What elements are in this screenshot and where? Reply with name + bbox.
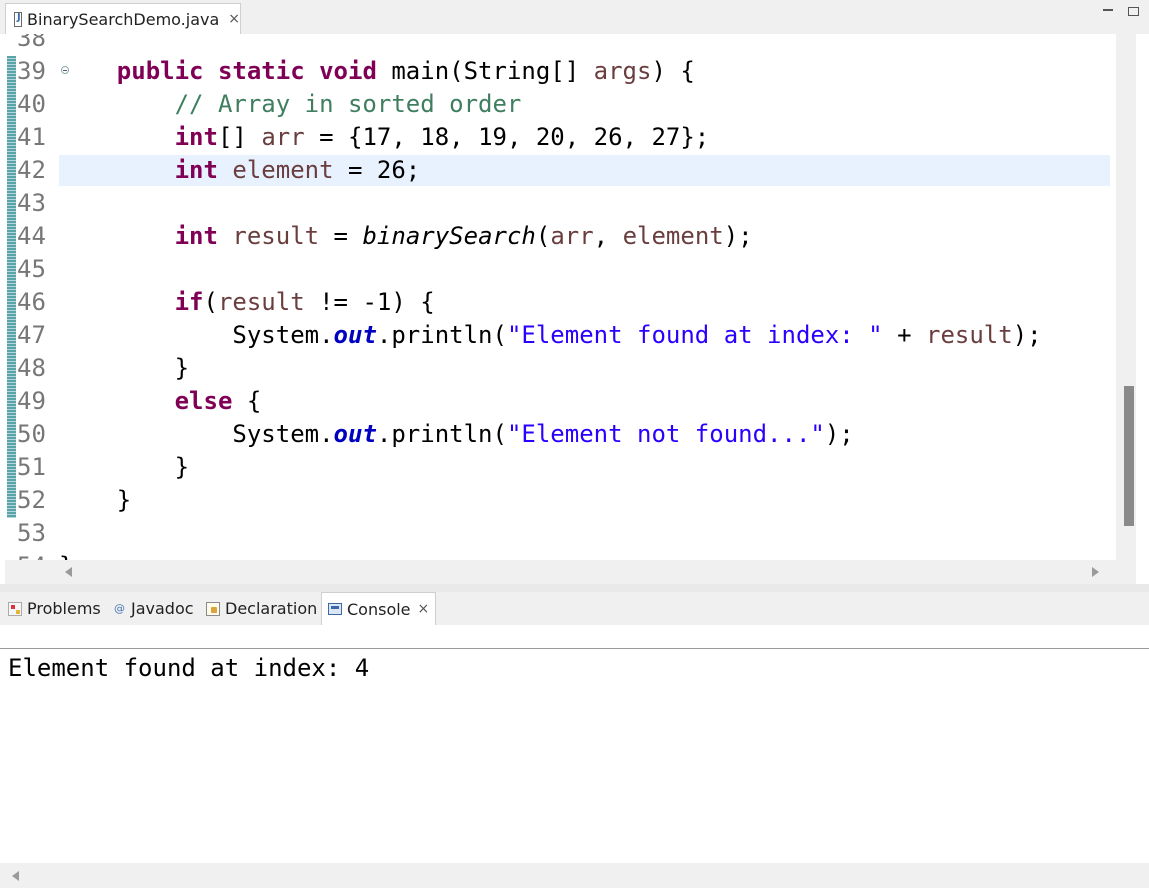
tab-problems-label: Problems (27, 599, 101, 618)
code-line-41: int[] arr = {17, 18, 19, 20, 26, 27}; (174, 123, 710, 151)
tab-problems[interactable]: Problems (8, 592, 101, 625)
editor-tab-binarysearchdemo[interactable]: BinarySearchDemo.java × (5, 3, 241, 34)
line-number: 53 (17, 519, 46, 547)
view-separator[interactable] (0, 584, 1149, 592)
tab-declaration-label: Declaration (225, 599, 318, 618)
editor-vertical-scrollbar[interactable] (1116, 34, 1136, 560)
tab-console-label: Console (347, 599, 411, 619)
line-number: 46 (17, 288, 46, 316)
declaration-icon (206, 601, 220, 616)
line-number: 50 (17, 420, 46, 448)
line-number: 39 (17, 57, 46, 85)
console-output[interactable]: Element found at index: 4 (0, 650, 1149, 863)
tab-console[interactable]: Console × (321, 592, 437, 625)
line-number: 38 (17, 34, 46, 52)
line-number: 51 (17, 453, 46, 481)
tab-declaration[interactable]: Declaration (206, 592, 317, 625)
code-line-40: // Array in sorted order (174, 90, 522, 118)
code-line-49: else { (174, 387, 262, 415)
quick-diff-bar (7, 56, 16, 518)
scroll-right-icon[interactable] (1092, 567, 1099, 577)
console-horizontal-scrollbar[interactable] (0, 863, 1149, 888)
line-number: 43 (17, 189, 46, 217)
line-number: 52 (17, 486, 46, 514)
line-number: 54 (17, 550, 46, 560)
code-line-39: public static void main(String[] args) { (116, 57, 695, 85)
java-file-icon (14, 11, 23, 27)
line-number: 45 (17, 255, 46, 283)
line-number-ruler: 38 39 40 41 42 43 44 45 46 47 48 49 50 5… (17, 34, 69, 560)
code-line-44: int result = binarySearch(arr, element); (174, 222, 753, 250)
code-line-47: System.out.println("Element found at ind… (232, 321, 1042, 349)
line-number: 44 (17, 222, 46, 250)
close-icon[interactable]: × (418, 601, 430, 617)
close-icon[interactable]: × (228, 11, 240, 27)
code-line-48: } (59, 354, 190, 382)
scroll-left-icon[interactable] (65, 567, 72, 577)
line-number: 42 (17, 156, 46, 184)
console-line: Element found at index: 4 (8, 654, 370, 682)
code-line-52: } (59, 486, 132, 514)
scroll-left-icon[interactable] (12, 871, 19, 881)
maximize-icon[interactable] (1128, 7, 1139, 16)
problems-icon (8, 601, 22, 616)
code-line-42: int element = 26; (174, 156, 421, 184)
line-number: 41 (17, 123, 46, 151)
code-line-46: if(result != -1) { (174, 288, 435, 316)
console-toolbar (0, 625, 1149, 649)
line-number: 49 (17, 387, 46, 415)
tab-javadoc-label: Javadoc (131, 599, 194, 618)
editor-tab-label: BinarySearchDemo.java (27, 9, 220, 29)
minimize-icon[interactable] (1103, 9, 1113, 13)
line-number: 40 (17, 90, 46, 118)
code-line-54: } (59, 550, 73, 560)
line-number: 48 (17, 354, 46, 382)
editor-tab-bar: BinarySearchDemo.java × (0, 0, 1149, 34)
tab-javadoc[interactable]: @ Javadoc (114, 592, 194, 625)
editor-horizontal-scrollbar[interactable] (5, 560, 1136, 584)
views-tab-bar: Problems @ Javadoc Declaration Console × (0, 592, 1149, 625)
scrollbar-thumb[interactable] (1124, 386, 1134, 526)
javadoc-icon: @ (114, 601, 125, 615)
code-line-51: } (59, 453, 190, 481)
console-icon (328, 603, 342, 615)
code-line-50: System.out.println("Element not found...… (232, 420, 854, 448)
code-editor[interactable]: 38 39 40 41 42 43 44 45 46 47 48 49 50 5… (5, 34, 1136, 560)
line-number: 47 (17, 321, 46, 349)
